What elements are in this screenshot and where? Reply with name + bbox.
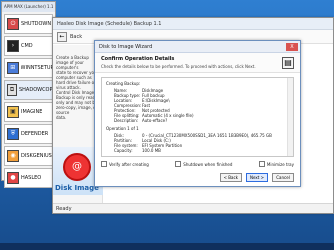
terminal-icon: ›: [7, 40, 19, 52]
checkbox-box[interactable]: [258, 161, 265, 167]
wizard-buttons: < Back Next > Cancel: [219, 173, 294, 182]
shutdown-checkbox[interactable]: Shutdown when finished: [175, 161, 232, 167]
hasleo-icon: ●: [7, 172, 19, 184]
launcher-item-defender[interactable]: ⛨ DEFENDER: [4, 124, 53, 144]
wizard-header-subtitle: Check the details below to be performed.…: [101, 64, 256, 69]
copies-icon: ⧉: [7, 84, 17, 96]
launcher-list: ⏻ SHUTDOWN › CMD ⊞ WINNTSETUP ⧉ SHADOWCO…: [2, 12, 55, 192]
creating-backup-label: Creating Backup:: [106, 81, 141, 86]
launcher-item-diskgenius[interactable]: ◉ DISKGENIUS: [4, 146, 53, 166]
wizard-header: Confirm Operation Details Check the deta…: [95, 53, 300, 73]
back-label[interactable]: Back: [70, 34, 82, 40]
wizard-title: Disk to Image Wizard X: [95, 41, 300, 53]
launcher-item-cmd[interactable]: › CMD: [4, 36, 53, 56]
image-icon: ▣: [7, 106, 19, 118]
brand-label: Disk Image: [55, 184, 99, 192]
launcher-item-label: DEFENDER: [21, 131, 49, 137]
minimize-checkbox[interactable]: Minimize tray: [258, 161, 294, 167]
launcher-item-shutdown[interactable]: ⏻ SHUTDOWN: [4, 14, 53, 34]
status-bar: Ready: [53, 203, 333, 213]
disk-to-image-wizard: Disk to Image Wizard X Confirm Operation…: [94, 40, 301, 187]
launcher-item-label: SHUTDOWN: [21, 21, 52, 27]
launcher-item-label: CMD: [21, 43, 33, 49]
options-row: Verify after creating Shutdown when fini…: [101, 161, 294, 167]
wizard-title-text: Disk to Image Wizard: [99, 44, 153, 50]
checkbox-box[interactable]: [101, 161, 107, 167]
taskbar: [0, 243, 334, 250]
summary-scrollbar[interactable]: [287, 78, 293, 156]
close-icon[interactable]: X: [286, 43, 298, 51]
launcher-item-imagine[interactable]: ▣ IMAGINE: [4, 102, 53, 122]
back-icon[interactable]: ←: [57, 31, 67, 42]
launcher-item-label: SHADOWCOPIES: [18, 87, 52, 93]
shield-icon: ⛨: [7, 128, 19, 140]
operation-label: Operation 1 of 1: [106, 126, 139, 131]
disk-icon: ◉: [7, 150, 19, 162]
verify-checkbox[interactable]: Verify after creating: [101, 161, 149, 167]
checkbox-box[interactable]: [175, 161, 182, 167]
next-button[interactable]: Next >: [246, 173, 268, 182]
launcher-item-label: IMAGINE: [21, 109, 43, 115]
launcher-window: APM MAX (Launcher) 1.1 ⏻ SHUTDOWN › CMD …: [1, 1, 56, 188]
wizard-disk-icon: ▤: [282, 57, 294, 69]
launcher-item-shadowcopies[interactable]: ⧉ SHADOWCOPIES: [4, 80, 53, 100]
back-button[interactable]: < Back: [219, 173, 242, 182]
launcher-item-label: WINNTSETUP: [20, 65, 52, 71]
verify-label: Verify after creating: [109, 161, 149, 167]
summary-box: Creating Backup: Name: DiskImage Backup t…: [101, 77, 294, 157]
disk-image-logo-icon: @: [63, 153, 91, 181]
launcher-title: APM MAX (Launcher) 1.1: [2, 2, 55, 12]
shutdown-label: Shutdown when finished: [183, 161, 233, 167]
wizard-header-title: Confirm Operation Details: [101, 56, 175, 62]
cancel-button[interactable]: Cancel: [272, 173, 294, 182]
windows-icon: ⊞: [7, 62, 19, 74]
launcher-item-winntsetup[interactable]: ⊞ WINNTSETUP: [4, 58, 53, 78]
disk-image-title: Hasleo Disk Image (Schedule) Backup 1.1: [53, 18, 333, 30]
minimize-label: Minimize tray: [266, 161, 294, 167]
summary-row: Description: Auto-efface?: [114, 118, 168, 123]
launcher-item-hasleo[interactable]: ● HASLEO: [4, 168, 53, 188]
launcher-item-label: HASLEO: [21, 175, 42, 181]
power-icon: ⏻: [7, 18, 19, 30]
launcher-item-label: DISKGENIUS: [21, 153, 52, 159]
operation-row: Capacity: 100.0 MB: [114, 148, 161, 153]
